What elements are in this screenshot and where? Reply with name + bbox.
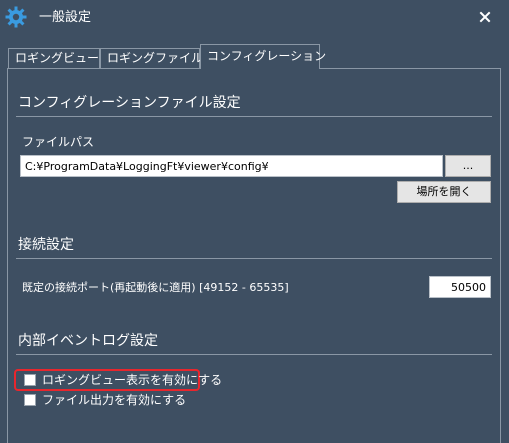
checkbox-box[interactable] xyxy=(24,374,36,386)
section-divider xyxy=(16,258,492,259)
gear-icon xyxy=(5,6,27,28)
tab-logging-file[interactable]: ロギングファイル xyxy=(100,48,203,68)
default-port-label: 既定の接続ポート(再起動後に適用) [49152 - 65535] xyxy=(22,281,289,294)
browse-button[interactable]: ... xyxy=(445,155,491,177)
close-button[interactable] xyxy=(474,6,496,28)
checkbox-label: ロギングビュー表示を有効にする xyxy=(42,373,223,387)
enable-logging-view-checkbox[interactable]: ロギングビュー表示を有効にする xyxy=(24,372,222,388)
section-title-config-file: コンフィグレーションファイル設定 xyxy=(18,95,241,111)
close-icon xyxy=(479,11,491,23)
enable-file-output-checkbox[interactable]: ファイル出力を有効にする xyxy=(24,392,186,408)
file-path-input[interactable] xyxy=(20,155,443,177)
section-title-connection: 接続設定 xyxy=(18,237,74,253)
section-divider xyxy=(16,354,492,355)
open-location-button[interactable]: 場所を開く xyxy=(397,181,491,203)
tab-configuration[interactable]: コンフィグレーション xyxy=(200,44,326,69)
default-port-input[interactable] xyxy=(429,276,491,298)
checkbox-box[interactable] xyxy=(24,394,36,406)
section-divider xyxy=(16,116,492,117)
section-title-event-log: 内部イベントログ設定 xyxy=(18,333,158,349)
tab-logging-view[interactable]: ロギングビュー xyxy=(8,48,100,68)
checkbox-label: ファイル出力を有効にする xyxy=(42,393,187,407)
title-bar: 一般設定 xyxy=(0,0,509,36)
file-path-label: ファイルパス xyxy=(22,135,95,149)
window-title: 一般設定 xyxy=(39,10,92,25)
